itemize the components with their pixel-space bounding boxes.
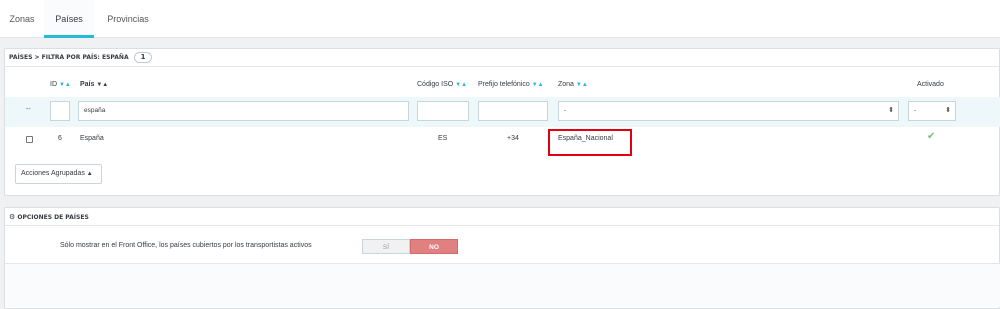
tab-paises[interactable]: Países — [44, 0, 94, 38]
filter-activado-select[interactable]: - ⬍ — [908, 101, 956, 121]
tab-zonas[interactable]: Zonas — [0, 0, 44, 38]
column-pais-label: País — [80, 81, 95, 88]
caret-up-icon: ▲ — [86, 171, 93, 177]
bulk-actions-button[interactable]: Acciones Agrupadas ▲ — [15, 164, 102, 184]
column-zona-label: Zona — [558, 81, 574, 88]
cell-pais[interactable]: España — [80, 135, 104, 142]
options-panel-title: OPCIONES DE PAÍSES — [17, 214, 89, 221]
column-header-id[interactable]: ID ▼▲ — [50, 81, 71, 88]
filter-dash: -- — [26, 106, 31, 113]
count-badge: 1 — [133, 52, 153, 63]
select-arrows-icon: ⬍ — [945, 107, 951, 114]
sort-arrows-icon[interactable]: ▼▲ — [455, 82, 467, 88]
select-arrows-icon: ⬍ — [888, 107, 894, 114]
filter-id-input[interactable] — [50, 101, 70, 121]
panel-title: PAÍSES > FILTRA POR PAÍS: ESPAÑA — [9, 54, 129, 61]
gears-icon: ⚙ — [9, 213, 16, 221]
column-prefijo-label: Prefijo telefónico — [478, 81, 530, 88]
option-front-office-label: Sólo mostrar en el Front Office, los paí… — [60, 242, 312, 249]
filter-pais-input[interactable]: españa — [78, 101, 409, 121]
sort-arrows-icon[interactable]: ▼▲ — [576, 82, 588, 88]
bulk-actions-label: Acciones Agrupadas — [21, 170, 85, 177]
filter-activado-value: - — [914, 107, 917, 114]
filter-zona-select[interactable]: - ⬍ — [558, 101, 899, 121]
options-panel-footer — [5, 263, 1000, 307]
column-header-prefijo[interactable]: Prefijo telefónico ▼▲ — [478, 81, 544, 88]
filter-codigo-iso-input[interactable] — [417, 101, 469, 121]
cell-prefijo: +34 — [507, 135, 519, 142]
column-header-zona[interactable]: Zona ▼▲ — [558, 81, 588, 88]
sort-arrows-icon[interactable]: ▼▲ — [96, 82, 108, 88]
column-header-codigo-iso[interactable]: Código ISO ▼▲ — [417, 81, 467, 88]
sort-arrows-icon[interactable]: ▼▲ — [59, 82, 71, 88]
cell-codigo-iso: ES — [438, 135, 448, 142]
tab-bar: Zonas Países Provincias — [0, 0, 1000, 38]
tab-provincias[interactable]: Provincias — [98, 0, 158, 38]
row-checkbox[interactable] — [26, 136, 33, 143]
highlight-annotation-box — [548, 129, 632, 156]
filter-prefijo-input[interactable] — [478, 101, 548, 121]
filter-zona-value: - — [564, 107, 567, 114]
panel-heading: PAÍSES > FILTRA POR PAÍS: ESPAÑA 1 — [5, 49, 999, 67]
column-activado-label: Activado — [917, 81, 944, 88]
column-header-activado: Activado — [917, 81, 944, 88]
toggle-no-button[interactable]: NO — [410, 239, 458, 254]
toggle-yes-button[interactable]: SÍ — [362, 239, 410, 254]
column-id-label: ID — [50, 81, 57, 88]
column-codigo-iso-label: Código ISO — [417, 81, 454, 88]
column-header-pais[interactable]: País ▼▲ — [80, 81, 108, 88]
cell-id: 6 — [58, 135, 62, 142]
sort-arrows-icon[interactable]: ▼▲ — [532, 82, 544, 88]
options-panel-heading: ⚙ OPCIONES DE PAÍSES — [5, 208, 999, 226]
active-check-icon[interactable]: ✔ — [927, 131, 935, 142]
